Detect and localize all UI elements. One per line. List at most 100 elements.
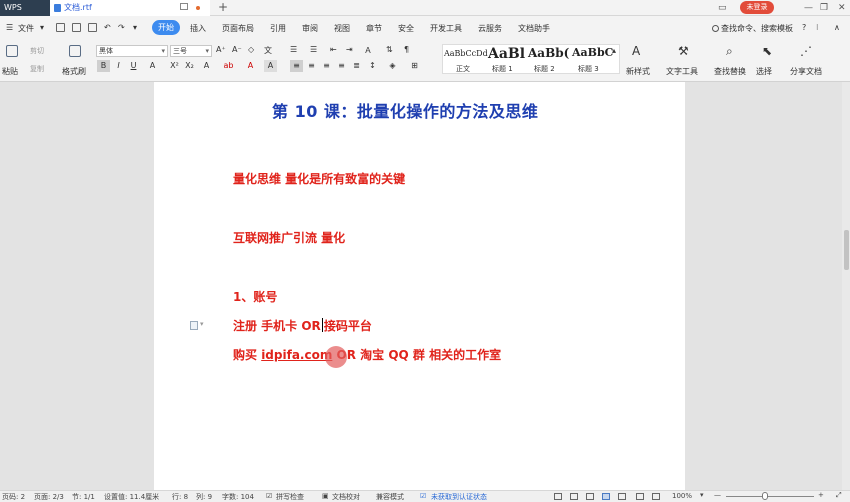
italic-button[interactable]: I (112, 60, 125, 72)
zoom-level[interactable]: 100% (672, 492, 692, 500)
show-marks-icon[interactable]: ¶ (404, 45, 409, 54)
status-word-count[interactable]: 字数: 104 (222, 492, 254, 502)
reading-view-icon[interactable] (652, 493, 660, 500)
phonetic-icon[interactable]: 文 (264, 45, 272, 56)
fit-page-icon[interactable]: ⤢ (836, 491, 842, 500)
sort-icon[interactable]: ⇅ (386, 45, 393, 54)
subscript-button[interactable]: X₂ (183, 60, 196, 72)
font-name-select[interactable]: 黑体 (96, 45, 168, 57)
tab-developer[interactable]: 开发工具 (430, 23, 462, 34)
focus-mode-icon[interactable] (570, 493, 578, 500)
tab-review[interactable]: 审阅 (302, 23, 318, 34)
file-menu[interactable]: 文件 (18, 23, 34, 34)
vertical-scrollbar[interactable] (842, 82, 850, 490)
align-right-button[interactable]: ≡ (320, 60, 333, 72)
paragraph-marker-chevron-icon[interactable]: ▾ (200, 320, 204, 328)
proofread-icon[interactable]: ▣ (322, 492, 329, 500)
style-heading2-label[interactable]: 标题 2 (534, 64, 555, 74)
zoom-in-icon[interactable]: + (818, 491, 824, 499)
hamburger-icon[interactable]: ☰ (6, 23, 13, 32)
close-icon[interactable]: ✕ (838, 0, 846, 16)
find-replace-icon[interactable]: ⌕ (726, 44, 733, 59)
style-normal-sample[interactable]: AaBbCcDd (444, 49, 488, 58)
find-replace-button[interactable]: 查找替换 (714, 66, 746, 77)
screen-icon[interactable] (180, 3, 188, 10)
buy-url-link[interactable]: idpifa.com (261, 348, 332, 362)
paragraph-marker-icon[interactable] (190, 321, 198, 330)
distribute-button[interactable]: ≣ (350, 60, 363, 72)
new-style-icon[interactable]: A (632, 44, 640, 58)
new-tab-plus-icon[interactable]: + (218, 0, 228, 16)
bullet-list-icon[interactable]: ☰ (290, 45, 297, 54)
style-heading3-label[interactable]: 标题 3 (578, 64, 599, 74)
style-heading2-sample[interactable]: AaBb( (528, 46, 569, 60)
text-effect-button[interactable]: A (200, 60, 213, 72)
web-view-icon[interactable] (636, 493, 644, 500)
align-center-button[interactable]: ≡ (305, 60, 318, 72)
bold-button[interactable]: B (97, 60, 110, 72)
window-mode-icon[interactable]: ▭ (718, 0, 727, 16)
login-button[interactable]: 未登录 (740, 1, 774, 14)
doc-line-account[interactable]: 1、账号 (233, 288, 277, 305)
document-tab[interactable]: 文档.rtf (50, 0, 210, 16)
format-painter-icon[interactable] (69, 45, 81, 57)
restore-icon[interactable]: ❐ (820, 0, 828, 16)
doc-line-register[interactable]: 注册 手机卡 OR 接码平台 (233, 317, 372, 334)
align-left-button[interactable]: ≡ (290, 60, 303, 72)
file-menu-chevron-icon[interactable]: ▾ (40, 23, 44, 32)
grow-font-icon[interactable]: A⁺ (216, 45, 226, 54)
outline-view-icon[interactable] (618, 493, 626, 500)
undo-icon[interactable]: ↶ (104, 23, 111, 32)
zoom-out-icon[interactable]: — (714, 491, 721, 499)
number-list-icon[interactable]: ☰ (310, 45, 317, 54)
doc-line-internet-promo[interactable]: 互联网推广引流 量化 (233, 229, 345, 246)
tab-page-layout[interactable]: 页面布局 (222, 23, 254, 34)
select-icon[interactable]: ⬉ (762, 44, 772, 58)
char-shading-button[interactable]: A (264, 60, 277, 72)
decrease-indent-icon[interactable]: ⇤ (330, 45, 337, 54)
copy-button[interactable]: 复制 (30, 64, 44, 74)
status-setting-value[interactable]: 设置值: 11.4厘米 (104, 492, 159, 502)
pen-icon[interactable] (586, 493, 594, 500)
justify-button[interactable]: ≡ (335, 60, 348, 72)
quick-access-chevron-icon[interactable]: ▾ (133, 23, 137, 32)
superscript-button[interactable]: X² (168, 60, 181, 72)
highlight-button[interactable]: ab (222, 60, 235, 72)
status-section[interactable]: 节: 1/1 (72, 492, 95, 502)
spell-check-button[interactable]: 拼写检查 (276, 492, 304, 502)
status-pages[interactable]: 页面: 2/3 (34, 492, 64, 502)
text-tools-button[interactable]: 文字工具 (666, 66, 698, 77)
style-gallery-scroll-icon[interactable]: ▴ (612, 46, 616, 55)
style-heading1-label[interactable]: 标题 1 (492, 64, 513, 74)
document-title[interactable]: 第 10 课：批量化操作的方法及思维 (272, 98, 538, 122)
redo-icon[interactable]: ↷ (118, 23, 125, 32)
command-search[interactable]: 查找命令、搜索模板 (712, 23, 793, 34)
status-page-number[interactable]: 页码: 2 (2, 492, 25, 502)
new-style-button[interactable]: 新样式 (626, 66, 650, 77)
more-icon[interactable]: ⁝ (816, 23, 819, 32)
share-doc-button[interactable]: 分享文档 (790, 66, 822, 77)
format-painter-button[interactable]: 格式刷 (62, 66, 86, 77)
vertical-scroll-thumb[interactable] (844, 230, 849, 270)
borders-button[interactable]: ⊞ (408, 60, 421, 72)
page-view-icon[interactable] (602, 493, 610, 500)
help-icon[interactable]: ? (802, 23, 806, 32)
tab-chapter[interactable]: 章节 (366, 23, 382, 34)
print-icon[interactable] (72, 23, 81, 32)
paste-icon[interactable] (6, 45, 18, 57)
tab-view[interactable]: 视图 (334, 23, 350, 34)
share-icon[interactable]: ⋰ (800, 44, 812, 58)
doc-line-buy[interactable]: 购买 idpifa.com OR 淘宝 QQ 群 相关的工作室 (233, 346, 501, 363)
tab-insert[interactable]: 插入 (190, 23, 206, 34)
shading-button[interactable]: ◈ (386, 60, 399, 72)
tab-cloud[interactable]: 云服务 (478, 23, 502, 34)
collapse-ribbon-icon[interactable]: ∧ (834, 23, 840, 32)
line-spacing-button[interactable]: ↕ (366, 60, 379, 72)
proofread-button[interactable]: 文档校对 (332, 492, 360, 502)
shrink-font-icon[interactable]: A⁻ (232, 45, 242, 54)
style-heading3-sample[interactable]: AaBbC (572, 46, 613, 59)
doc-line-quant-thinking[interactable]: 量化思维 量化是所有致富的关键 (233, 170, 405, 187)
select-button[interactable]: 选择 (756, 66, 772, 77)
paste-button[interactable]: 粘贴 (2, 66, 18, 77)
minimize-icon[interactable]: — (804, 0, 813, 16)
